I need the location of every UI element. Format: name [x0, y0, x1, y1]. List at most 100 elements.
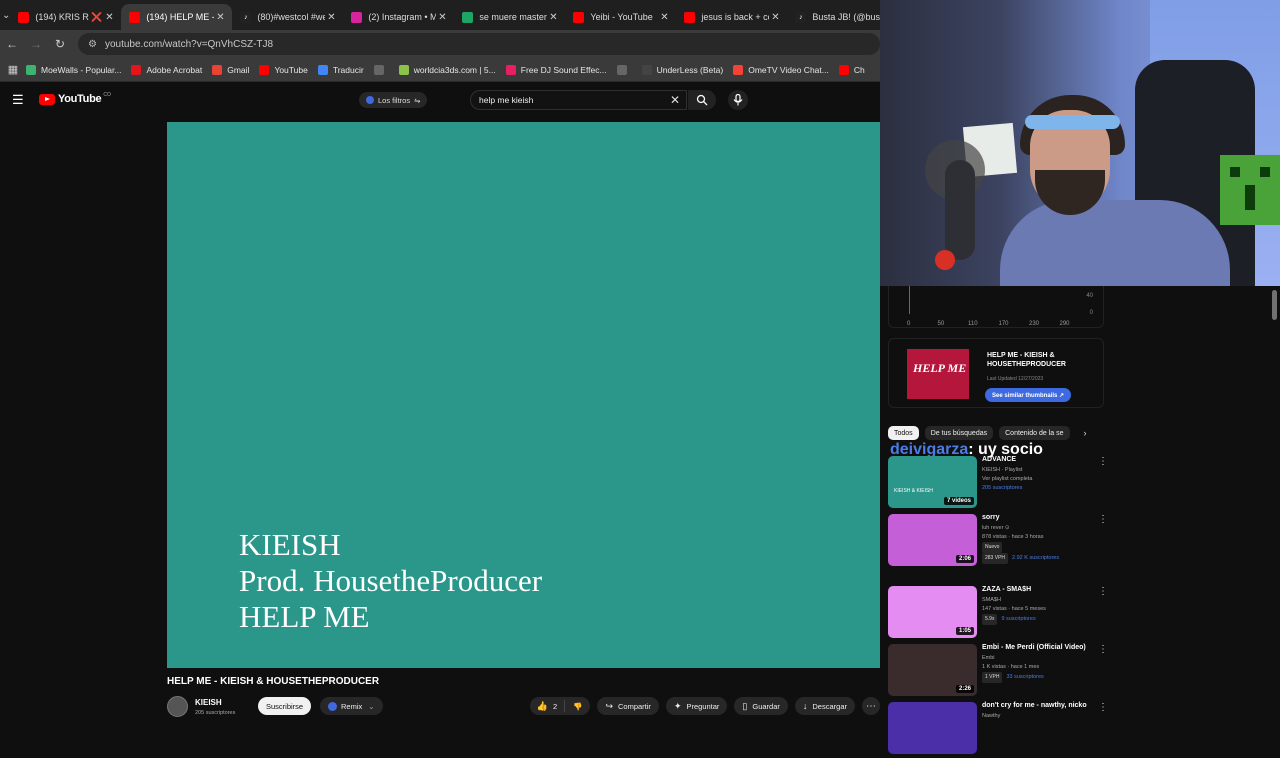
graph-x-tick: 290	[1059, 321, 1070, 327]
close-tab-icon[interactable]: ✕	[658, 12, 670, 23]
site-info-icon[interactable]: ⚙	[88, 39, 97, 50]
related-channel: SMA$H	[982, 597, 1001, 603]
related-views: Ver playlist completa	[982, 476, 1033, 482]
search-input[interactable]: help me kieish ✕	[470, 90, 687, 110]
close-tab-icon[interactable]: ✕	[436, 12, 448, 23]
share-button[interactable]: ↪ Compartir	[597, 697, 659, 715]
more-options-icon[interactable]: ⋮	[1098, 456, 1108, 467]
bookmark-item[interactable]: worldcia3ds.com | 5...	[398, 64, 496, 75]
bookmark-item[interactable]: Adobe Acrobat	[131, 64, 202, 75]
browser-tab[interactable]: ♪ (80)#westcol #we ✕	[232, 4, 343, 30]
back-icon[interactable]: ←	[0, 37, 24, 51]
url-field[interactable]: ⚙ youtube.com/watch?v=QnVhCSZ-TJ8	[78, 33, 880, 55]
related-title: Embi - Me Perdi (Official Video)	[982, 644, 1086, 651]
tab-title: (2) Instagram • M	[368, 12, 437, 22]
bookmark-item[interactable]: Ch	[838, 64, 865, 75]
more-options-icon[interactable]: ⋮	[1098, 644, 1108, 655]
more-options-icon[interactable]: ⋮	[1098, 702, 1108, 713]
browser-tab[interactable]: se muere master ✕	[454, 4, 565, 30]
overlay-line-artist: KIEISH	[239, 527, 341, 562]
dislike-button[interactable]: 👎	[565, 702, 590, 711]
save-label: Guardar	[752, 701, 780, 711]
similar-thumbnail[interactable]: HELP ME	[907, 349, 969, 399]
remix-button[interactable]: Remix ⌄	[320, 697, 383, 715]
related-thumbnail[interactable]	[888, 702, 977, 754]
graph-x-tick: 110	[968, 321, 978, 327]
related-thumbnail[interactable]: 2:06	[888, 514, 977, 566]
more-actions-icon[interactable]: ⋯	[862, 697, 880, 715]
tab-title: Busta JB! (@bus	[812, 12, 881, 22]
related-video-item[interactable]: 2:06 sorry luh rever ⊙ 878 vistas · hace …	[888, 514, 1188, 570]
browser-tab[interactable]: (194) KRIS R ❌ H✕	[10, 4, 121, 30]
related-thumbnail[interactable]: KIEISH & KIEISH 7 videos	[888, 456, 977, 508]
related-thumb-text: KIEISH & KIEISH	[894, 488, 933, 494]
close-tab-icon[interactable]: ✕	[769, 12, 781, 23]
bookmark-item[interactable]: YouTube	[259, 64, 308, 75]
download-label: Descargar	[812, 701, 847, 711]
youtube-icon	[684, 11, 696, 23]
related-thumbnail[interactable]: 1:05	[888, 586, 977, 638]
browser-tab[interactable]: (194) HELP ME - K✕	[121, 4, 233, 30]
youtube-logo[interactable]: YouTube CO	[39, 92, 111, 105]
tiktok-icon: ♪	[795, 11, 807, 23]
filter-chip[interactable]: Contenido de la se	[999, 426, 1070, 440]
related-views: 1 K vistas · hace 1 mes	[982, 664, 1040, 670]
filters-button[interactable]: Los filtros ⇋	[359, 92, 428, 108]
bookmark-item[interactable]: Traducir	[317, 64, 364, 75]
bookmark-item[interactable]: Gmail	[212, 64, 250, 75]
like-button[interactable]: 👍 2	[530, 700, 566, 712]
bookmark-label: Gmail	[227, 64, 250, 75]
bookmark-item[interactable]: MoeWalls - Popular...	[26, 64, 121, 75]
sparkle-icon: ✦	[673, 700, 682, 711]
related-duration: 2:06	[955, 555, 974, 563]
tab-strip: ⌄ (194) KRIS R ❌ H✕(194) HELP ME - K✕♪(8…	[0, 0, 891, 30]
channel-avatar[interactable]	[167, 696, 188, 717]
more-options-icon[interactable]: ⋮	[1098, 514, 1108, 525]
bookmark-item[interactable]: OmeTV Video Chat...	[733, 64, 829, 75]
close-tab-icon[interactable]: ✕	[547, 12, 559, 23]
video-actions: 👍 2 👎 ↪ Compartir ✦ Preguntar ▯ Guardar ↓ Des…	[523, 697, 880, 715]
related-video-item[interactable]: KIEISH & KIEISH 7 videos ADVANCE KIEISH …	[888, 456, 1188, 512]
related-video-item[interactable]: 2:26 Embi - Me Perdi (Official Video) Em…	[888, 644, 1188, 700]
bookmark-item[interactable]: Free DJ Sound Effec...	[505, 64, 607, 75]
drive-icon	[462, 11, 474, 23]
see-similar-button[interactable]: See similar thumbnails ↗	[985, 388, 1072, 402]
related-video-item[interactable]: 1:05 ZAZA - SMA$H SMA$H 147 vistas · hace…	[888, 586, 1188, 642]
apps-grid-icon[interactable]: ▦	[0, 63, 26, 76]
ask-button[interactable]: ✦ Preguntar	[665, 697, 728, 715]
bookmark-favicon-icon	[838, 64, 849, 75]
bookmark-item[interactable]	[616, 64, 632, 75]
reload-icon[interactable]: ↻	[48, 37, 72, 51]
youtube-icon	[129, 11, 141, 23]
more-options-icon[interactable]: ⋮	[1098, 586, 1108, 597]
webcam-person-body	[1000, 200, 1230, 286]
close-tab-icon[interactable]: ✕	[214, 12, 226, 23]
chevron-right-icon[interactable]: ›	[1084, 428, 1087, 438]
download-button[interactable]: ↓ Descargar	[794, 697, 855, 715]
tab-search-icon[interactable]: ⌄	[2, 4, 10, 26]
voice-search-button[interactable]	[728, 90, 748, 110]
related-video-item[interactable]: don't cry for me - nawthy, nicko Nawthy …	[888, 702, 1188, 758]
youtube-icon	[18, 11, 30, 23]
graph-value-bottom: 0	[1089, 310, 1093, 316]
browser-tab[interactable]: (2) Instagram • M ✕	[343, 4, 454, 30]
scrollbar[interactable]	[1272, 290, 1277, 320]
related-thumbnail[interactable]: 2:26	[888, 644, 977, 696]
close-tab-icon[interactable]: ✕	[103, 12, 115, 23]
tab-title: (80)#westcol #we	[257, 12, 326, 22]
filter-chip[interactable]: Todos	[888, 426, 919, 440]
menu-icon[interactable]: ☰	[12, 92, 24, 108]
subscribe-button[interactable]: Suscribirse	[258, 697, 312, 715]
clear-search-icon[interactable]: ✕	[670, 93, 680, 107]
video-player[interactable]: KIEISH Prod. HousetheProducer HELP ME	[167, 122, 880, 668]
bookmark-item[interactable]: UnderLess (Beta)	[641, 64, 723, 75]
forward-icon[interactable]: →	[24, 37, 48, 51]
save-button[interactable]: ▯ Guardar	[734, 697, 788, 715]
search-button[interactable]	[688, 90, 716, 110]
bookmark-item[interactable]	[373, 64, 389, 75]
browser-tab[interactable]: Yeibi - YouTube ✕	[565, 4, 676, 30]
close-tab-icon[interactable]: ✕	[325, 12, 337, 23]
channel-name[interactable]: KIEISH	[195, 698, 222, 707]
filter-chip[interactable]: De tus búsquedas	[924, 426, 994, 440]
browser-tab[interactable]: jesus is back + cc ✕	[676, 4, 787, 30]
